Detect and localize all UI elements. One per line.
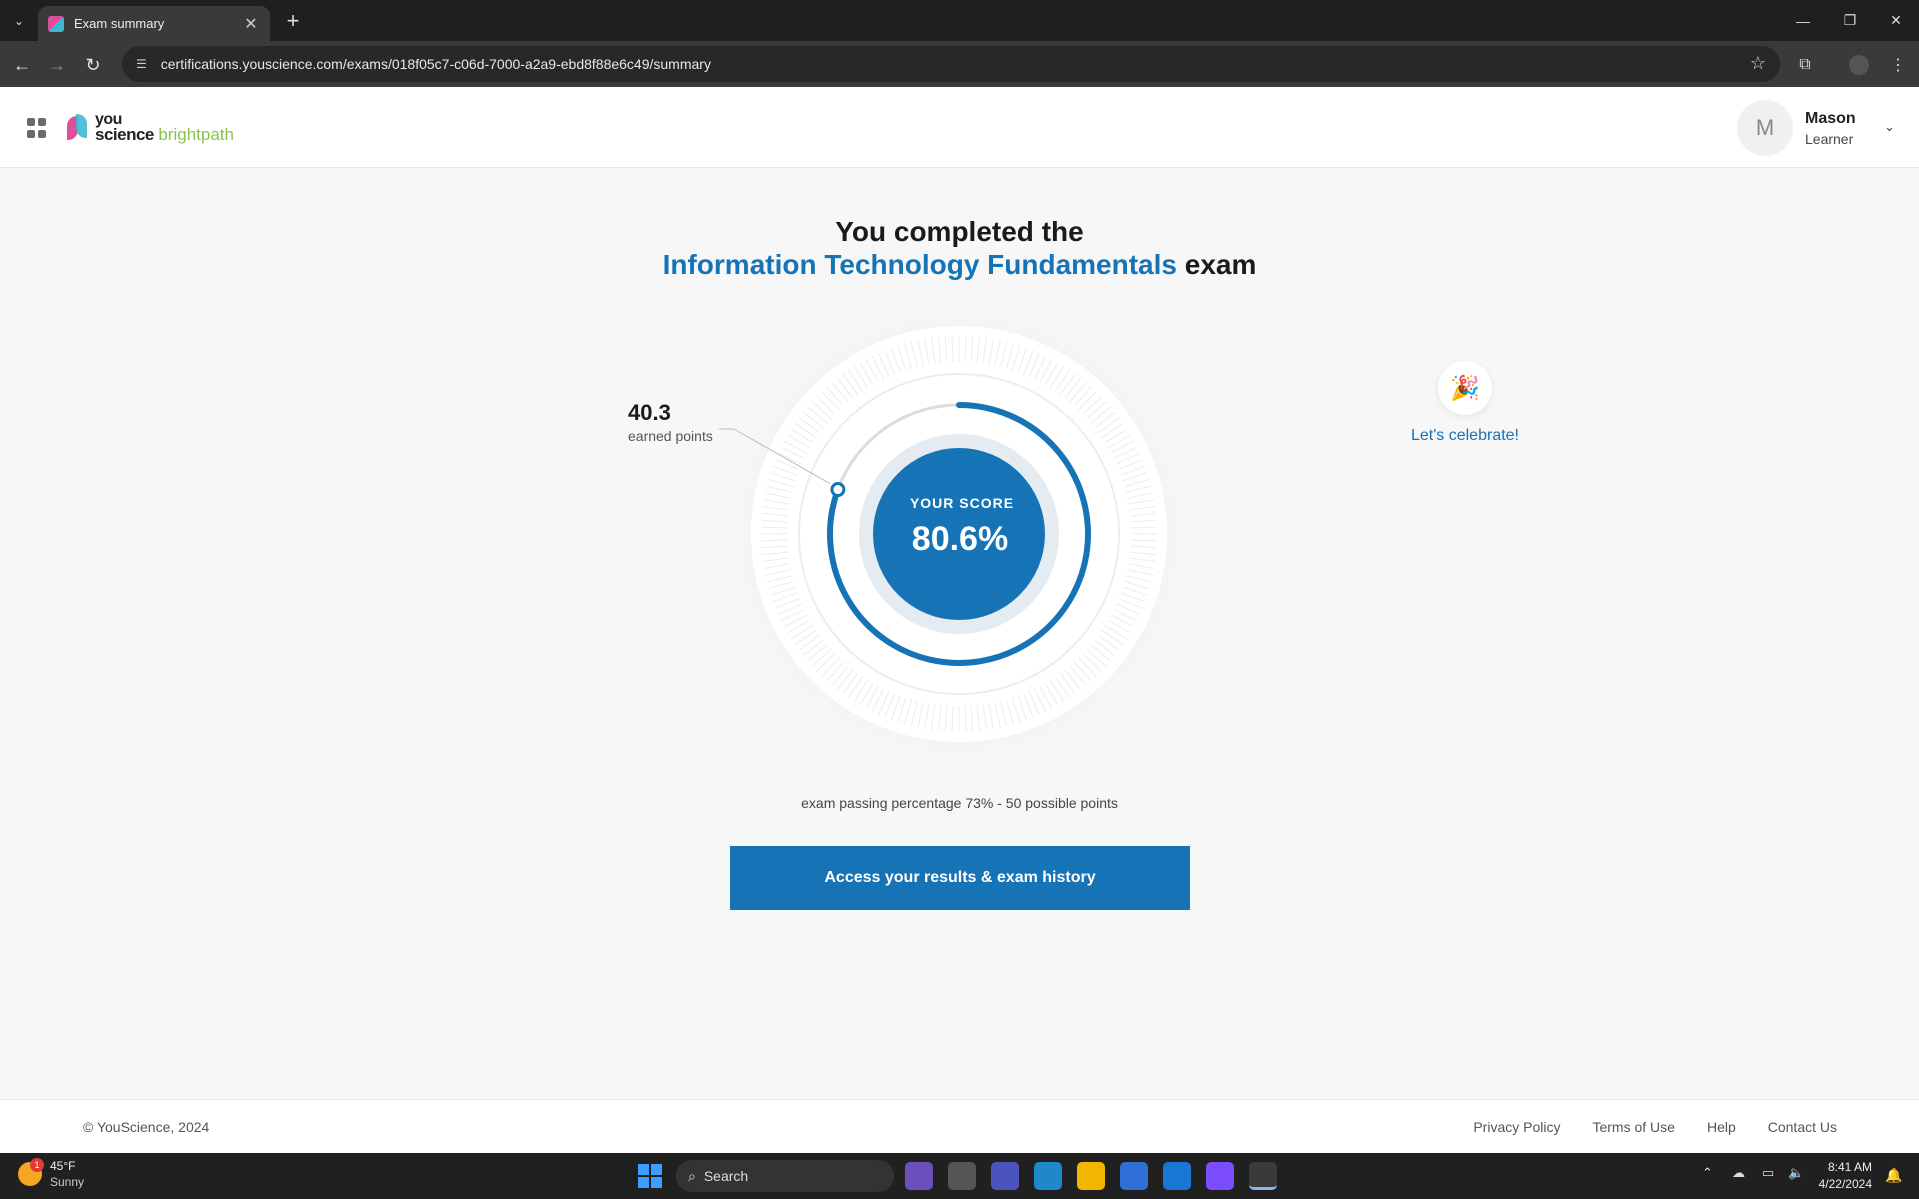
app-header: you science brightpath M Mason Learner ⌄: [0, 87, 1919, 168]
earned-points: 40.3 earned points: [628, 400, 713, 444]
taskbar-search[interactable]: ⌕ Search: [676, 1160, 894, 1192]
weather-desc: Sunny: [50, 1175, 85, 1189]
search-icon: ⌕: [688, 1167, 696, 1184]
close-window-icon[interactable]: ✕: [1873, 0, 1919, 41]
youscience-favicon-icon: [48, 15, 64, 32]
footer-link-privacy[interactable]: Privacy Policy: [1473, 1119, 1560, 1135]
chevron-down-icon[interactable]: ⌄: [1884, 119, 1895, 135]
browser-tab-bar: ⌄ Exam summary ✕ + — ❐ ✕: [0, 0, 1919, 41]
avatar: M: [1737, 100, 1793, 156]
logo-science-text: science: [95, 124, 154, 144]
taskbar-app-teams-icon[interactable]: [991, 1162, 1019, 1190]
celebrate-label[interactable]: Let's celebrate!: [1400, 427, 1530, 445]
reload-icon[interactable]: ↻: [79, 51, 107, 79]
earned-points-value: 40.3: [628, 400, 671, 425]
logo-brightpath-text: brightpath: [158, 124, 234, 144]
user-menu[interactable]: M Mason Learner: [1737, 100, 1856, 156]
tray-chevron-up-icon[interactable]: ⌃: [1702, 1165, 1713, 1181]
access-results-button[interactable]: Access your results & exam history: [730, 846, 1190, 910]
bookmark-star-icon[interactable]: ☆: [1750, 53, 1766, 74]
taskbar-app-vpn-icon[interactable]: [1206, 1162, 1234, 1190]
taskbar-app-explorer-icon[interactable]: [1077, 1162, 1105, 1190]
weather-temp: 45°F: [50, 1159, 76, 1173]
windows-taskbar: 1 45°F Sunny ⌕ Search ⌃ ☁ ▭ 🔈 8:41 AM 4/…: [0, 1153, 1919, 1199]
taskbar-app-edge-icon[interactable]: [1034, 1162, 1062, 1190]
tray-network-icon[interactable]: ▭: [1762, 1165, 1774, 1181]
weather-badge: 1: [30, 1158, 44, 1172]
score-gauge: YOUR SCORE 80.6%: [719, 294, 1199, 774]
browser-profile-icon[interactable]: [1845, 51, 1873, 79]
taskbar-app-store-icon[interactable]: [1120, 1162, 1148, 1190]
apps-grid-icon[interactable]: [27, 118, 47, 138]
tab-close-icon[interactable]: ✕: [242, 14, 260, 34]
logo-leaf-icon: [67, 112, 89, 142]
page-title: You completed the Information Technology…: [0, 215, 1919, 281]
address-bar-row: ← → ↻ ☰ certifications.youscience.com/ex…: [0, 41, 1919, 87]
celebrate[interactable]: 🎉 Let's celebrate!: [1400, 361, 1530, 445]
forward-arrow-icon[interactable]: →: [43, 51, 71, 79]
footer-link-help[interactable]: Help: [1707, 1119, 1736, 1135]
score-label: YOUR SCORE: [909, 495, 1015, 511]
browser-menu-dots-icon[interactable]: ⋮: [1884, 51, 1912, 79]
notification-bell-icon[interactable]: 🔔: [1885, 1167, 1902, 1184]
footer: © YouScience, 2024 Privacy Policy Terms …: [0, 1099, 1919, 1153]
minimize-icon[interactable]: —: [1780, 0, 1826, 41]
extensions-puzzle-icon[interactable]: ⧉: [1791, 51, 1819, 79]
url-text: certifications.youscience.com/exams/018f…: [160, 56, 711, 72]
earned-points-label: earned points: [628, 428, 713, 444]
score-value: 80.6%: [911, 520, 1009, 558]
sun-icon: 1: [18, 1158, 44, 1186]
new-tab-button[interactable]: +: [280, 8, 306, 34]
copyright: © YouScience, 2024: [83, 1119, 210, 1135]
site-settings-icon[interactable]: ☰: [136, 57, 147, 71]
tab-search-chevron-icon[interactable]: ⌄: [6, 8, 32, 34]
clock-date: 4/22/2024: [1818, 1177, 1872, 1191]
user-role: Learner: [1805, 130, 1854, 147]
heading-line1: You completed the: [835, 216, 1084, 247]
tray-onedrive-icon[interactable]: ☁: [1732, 1165, 1745, 1181]
party-popper-icon[interactable]: 🎉: [1438, 361, 1492, 415]
tray-volume-icon[interactable]: 🔈: [1788, 1165, 1804, 1181]
taskbar-app-files-icon[interactable]: [948, 1162, 976, 1190]
browser-tab-exam-summary[interactable]: Exam summary ✕: [38, 6, 270, 41]
clock-time: 8:41 AM: [1827, 1160, 1872, 1174]
tab-title: Exam summary: [74, 16, 165, 31]
footer-links: Privacy Policy Terms of Use Help Contact…: [1473, 1119, 1837, 1135]
back-arrow-icon[interactable]: ←: [8, 51, 36, 79]
taskbar-search-label: Search: [703, 1168, 749, 1184]
passing-info: exam passing percentage 73% - 50 possibl…: [801, 795, 1118, 811]
heading-suffix: exam: [1184, 249, 1257, 280]
taskbar-app-chrome-icon[interactable]: [1249, 1162, 1277, 1190]
taskbar-clock[interactable]: 8:41 AM 4/22/2024: [1808, 1160, 1872, 1191]
taskbar-app-copilot-icon[interactable]: [905, 1162, 933, 1190]
windows-start-icon[interactable]: [638, 1164, 662, 1188]
exam-name: Information Technology Fundamentals: [662, 249, 1177, 280]
footer-link-contact[interactable]: Contact Us: [1768, 1119, 1837, 1135]
user-name: Mason: [1805, 109, 1856, 127]
taskbar-app-mail-icon[interactable]: [1163, 1162, 1191, 1190]
footer-link-terms[interactable]: Terms of Use: [1592, 1119, 1674, 1135]
youscience-brightpath-logo[interactable]: you science brightpath: [67, 109, 234, 145]
url-input[interactable]: ☰ certifications.youscience.com/exams/01…: [122, 46, 1780, 82]
restore-icon[interactable]: ❐: [1827, 0, 1873, 41]
weather-widget[interactable]: 1 45°F Sunny: [18, 1158, 85, 1189]
gauge-progress-knob: [830, 482, 846, 498]
